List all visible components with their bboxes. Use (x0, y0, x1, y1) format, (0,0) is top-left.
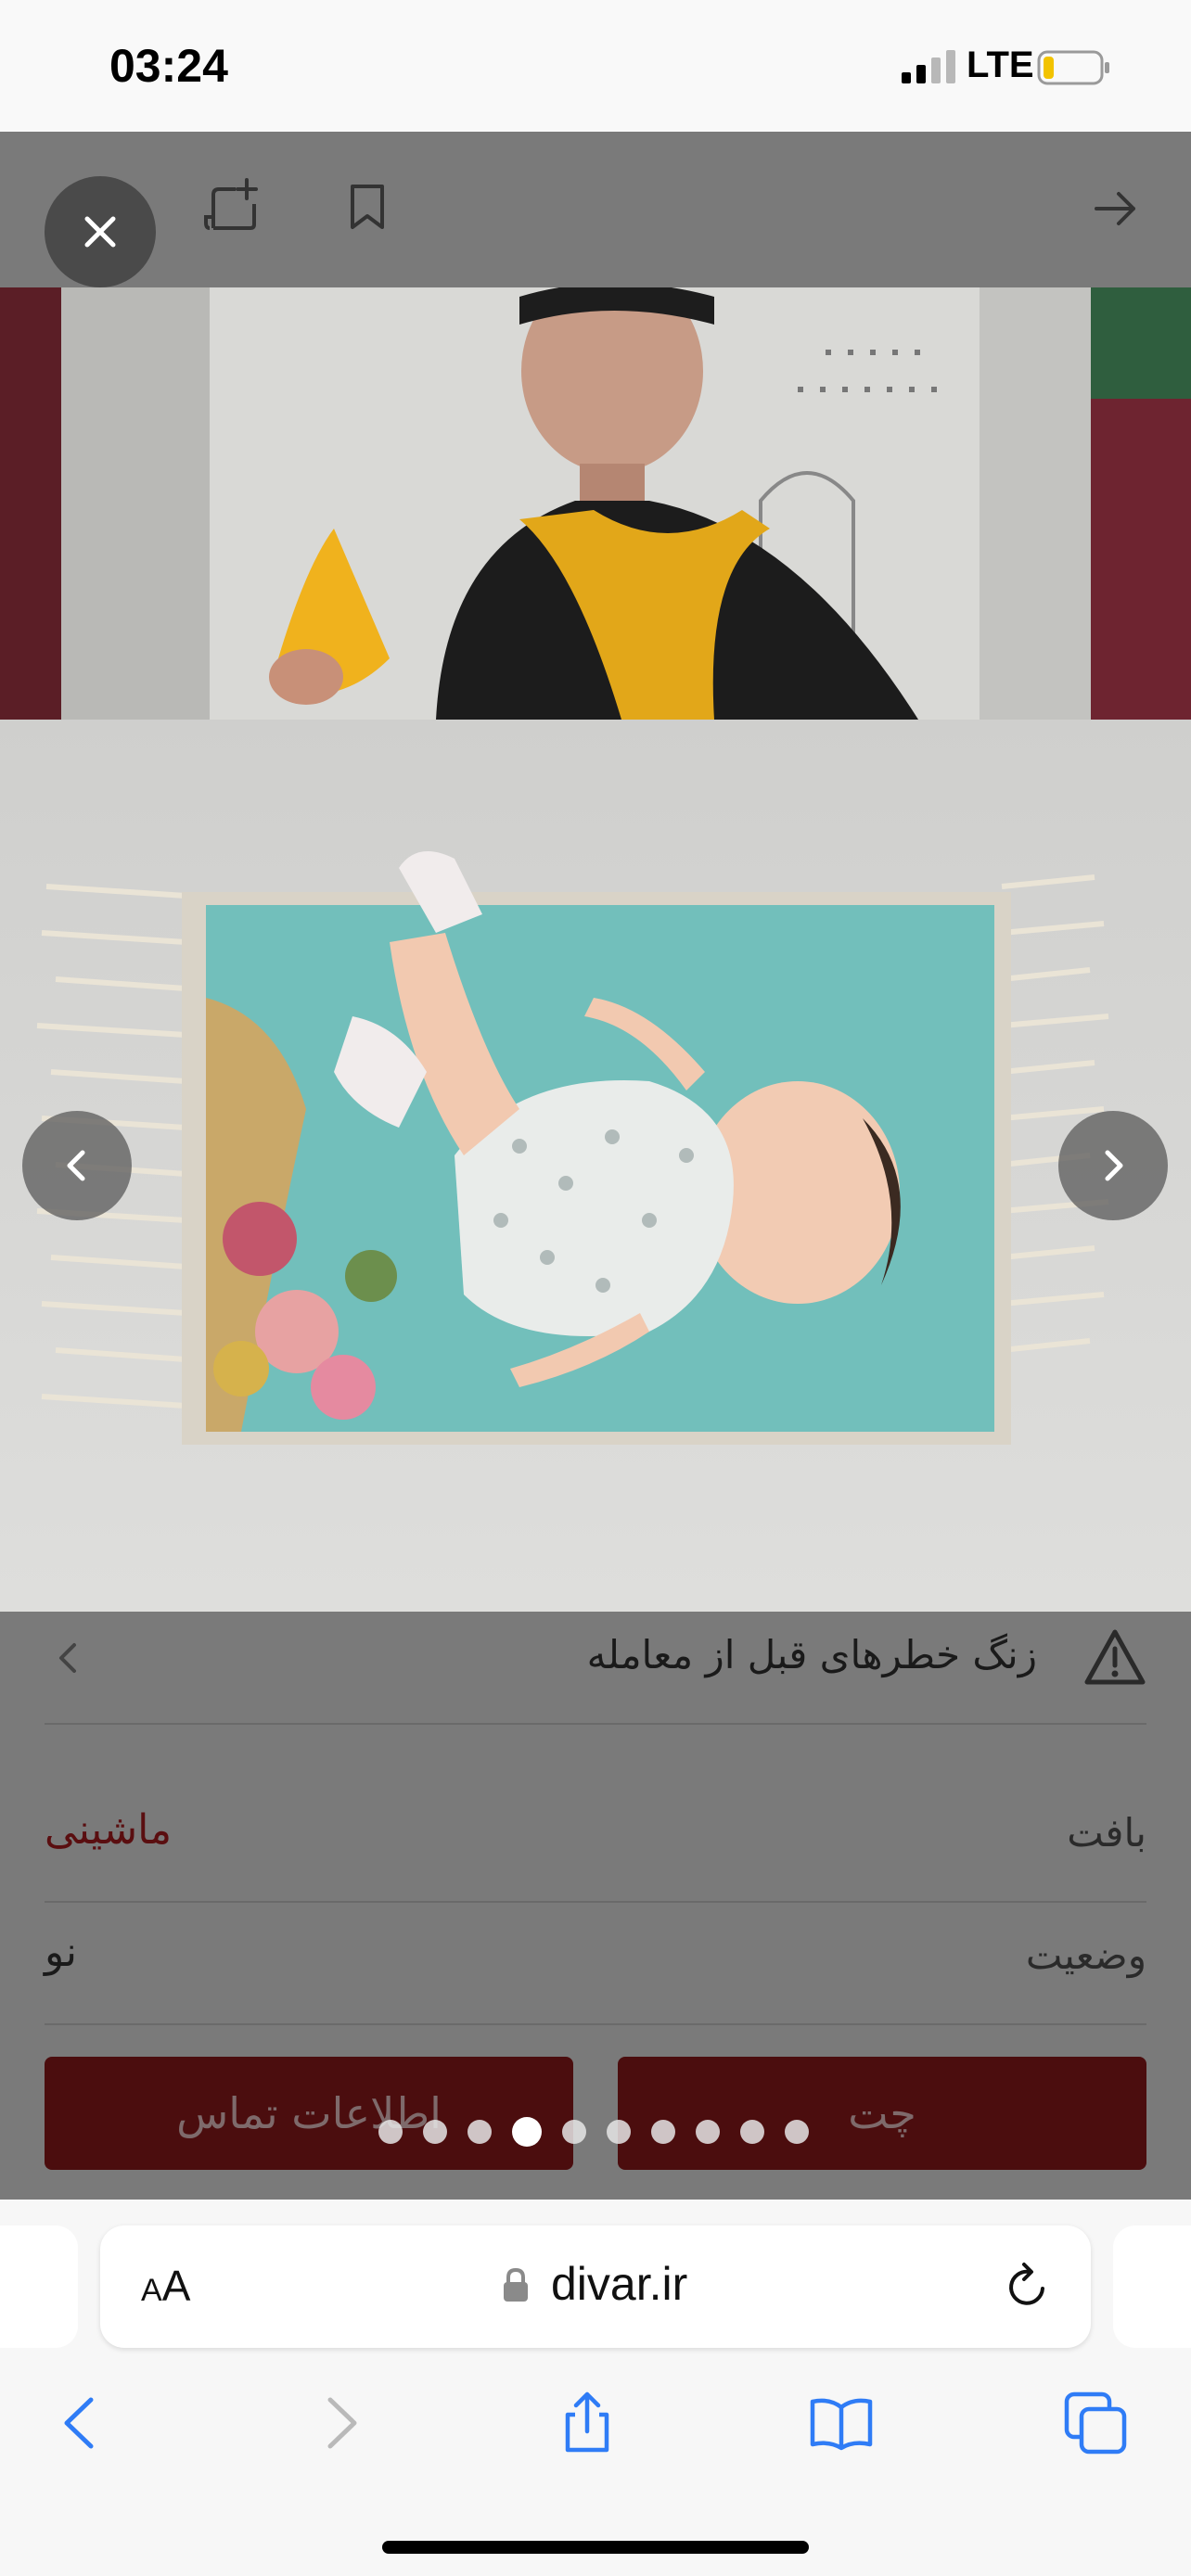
chevron-right-icon (1105, 1150, 1123, 1181)
gallery-photo-current (0, 720, 1191, 1612)
attribute-value: ماشینی (45, 1806, 173, 1854)
pagination-dot[interactable] (467, 2120, 492, 2144)
next-image-button[interactable] (1058, 1111, 1168, 1220)
aa-large-letter: A (161, 2262, 191, 2310)
aa-small-letter: A (141, 2273, 162, 2308)
bookmark-icon[interactable] (341, 181, 393, 233)
pagination-dot[interactable] (696, 2120, 720, 2144)
reload-icon[interactable] (1002, 2261, 1054, 2313)
address-bar[interactable]: AA divar.ir (100, 2225, 1091, 2348)
reader-options-button[interactable]: AA (141, 2261, 190, 2311)
status-time: 03:24 (109, 40, 228, 92)
back-arrow-icon[interactable] (48, 2391, 113, 2455)
add-note-icon[interactable] (202, 174, 263, 236)
share-icon[interactable] (555, 2391, 620, 2455)
pagination-dot[interactable] (423, 2120, 447, 2144)
gallery-toolbar (0, 132, 1191, 287)
pagination-dot[interactable] (562, 2120, 586, 2144)
home-indicator (382, 2541, 809, 2554)
pagination-dot[interactable] (785, 2120, 809, 2144)
pagination-dot[interactable] (740, 2120, 764, 2144)
pagination-dot[interactable] (651, 2120, 675, 2144)
previous-image-button[interactable] (22, 1111, 132, 1220)
next-tab-peek[interactable] (1113, 2225, 1191, 2348)
network-label: LTE (967, 45, 1034, 85)
bookmarks-book-icon[interactable] (809, 2391, 874, 2455)
warning-row[interactable]: زنگ خطرهای قبل از معامله (45, 1613, 1146, 1725)
forward-arrow-icon[interactable] (1093, 185, 1139, 232)
forward-arrow-icon[interactable] (308, 2391, 373, 2455)
lock-icon (504, 2267, 528, 2302)
contact-info-button[interactable]: اطلاعات تماس (45, 2057, 573, 2170)
attribute-label: وضعیت (1025, 1932, 1146, 1978)
pagination-dot[interactable] (607, 2120, 631, 2144)
attribute-row-weave: بافت ماشینی (45, 1790, 1146, 1903)
pagination-dot[interactable] (378, 2120, 403, 2144)
attribute-row-condition: وضعیت نو (45, 1912, 1146, 2025)
battery-icon (1037, 50, 1109, 85)
gallery-photo-previous (0, 287, 1191, 720)
close-icon (84, 216, 116, 248)
warning-text: زنگ خطرهای قبل از معامله (586, 1632, 1037, 1677)
url-text: divar.ir (551, 2258, 688, 2310)
warning-icon (1084, 1629, 1146, 1685)
pagination-dot-active[interactable] (512, 2117, 542, 2147)
tabs-overview-icon[interactable] (1063, 2391, 1128, 2455)
gallery-pagination (378, 2117, 814, 2147)
attribute-value: نو (45, 1929, 77, 1976)
attribute-label: بافت (1067, 1810, 1146, 1855)
close-button[interactable] (45, 176, 156, 287)
chevron-left-icon (59, 1643, 76, 1673)
chevron-left-icon (67, 1150, 85, 1181)
signal-icon (902, 50, 955, 83)
chat-button[interactable]: چت (618, 2057, 1146, 2170)
previous-tab-peek[interactable] (0, 2225, 78, 2348)
